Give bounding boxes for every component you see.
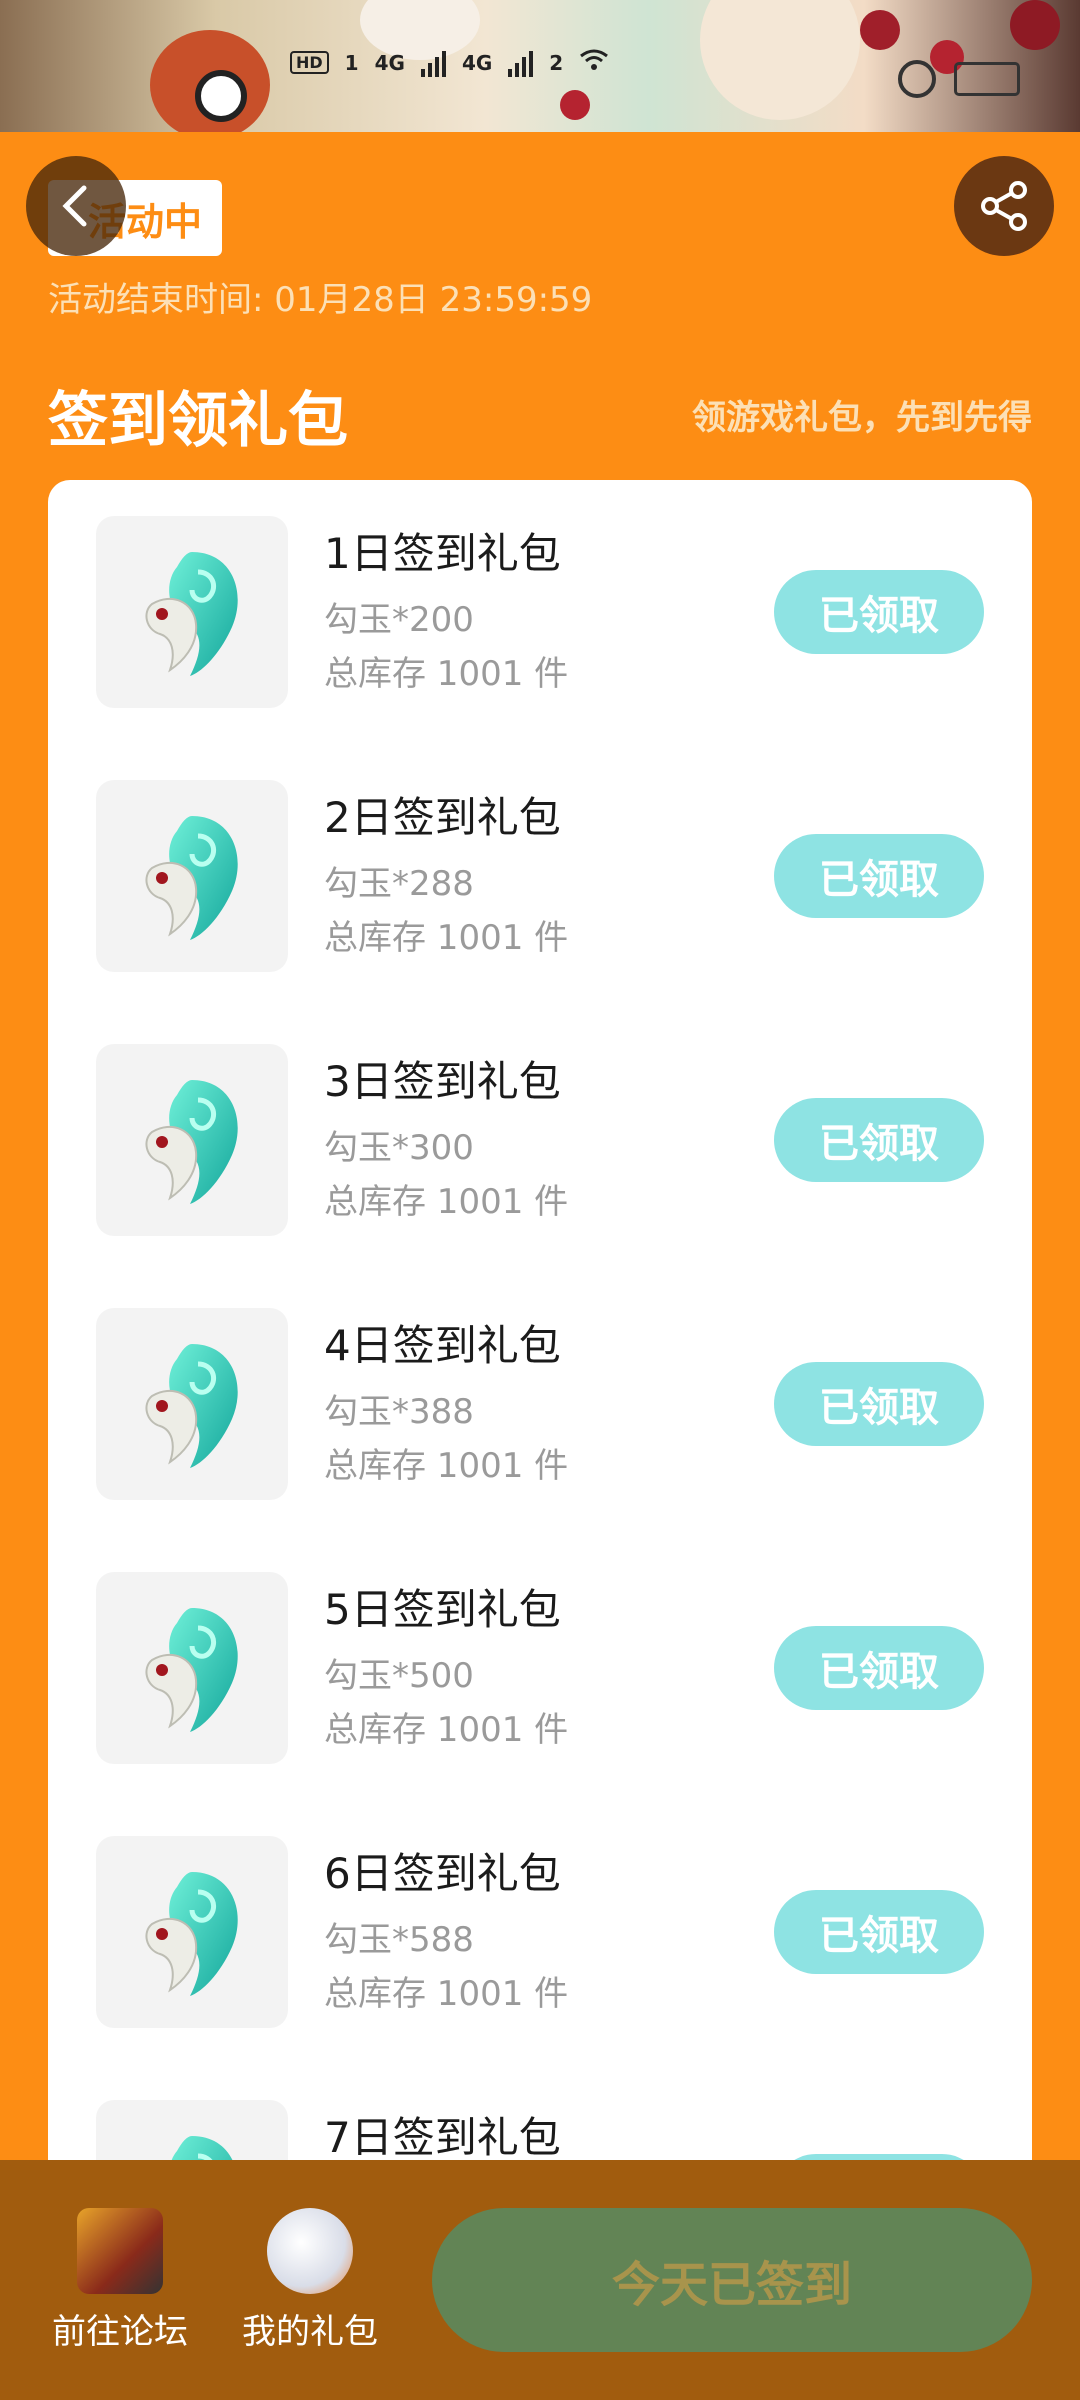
gift-title: 2日签到礼包	[324, 793, 561, 842]
gift-content: 勾玉*200	[324, 600, 474, 640]
gift-row: 3日签到礼包 勾玉*300 总库存 1001 件 已领取	[48, 1008, 1032, 1236]
gift-content: 勾玉*500	[324, 1656, 474, 1696]
gift-avatar-icon	[267, 2208, 353, 2294]
game-app-icon	[77, 2208, 163, 2294]
blossom-shape	[560, 90, 590, 120]
gift-row: 2日签到礼包 勾玉*288 总库存 1001 件 已领取	[48, 744, 1032, 972]
hd-badge: HD	[290, 51, 329, 74]
gift-content: 勾玉*588	[324, 1920, 474, 1960]
back-button[interactable]	[26, 156, 126, 256]
magatama-gift-icon	[96, 1572, 288, 1764]
gift-row: 4日签到礼包 勾玉*388 总库存 1001 件 已领取	[48, 1272, 1032, 1500]
chevron-left-icon	[62, 185, 87, 227]
forum-tab[interactable]: 前往论坛	[50, 2208, 190, 2353]
magatama-gift-icon	[96, 1836, 288, 2028]
sim2-label: 2	[549, 50, 564, 75]
claim-button[interactable]: 已领取	[774, 570, 984, 654]
alarm-icon	[898, 60, 936, 98]
gift-row: 1日签到礼包 勾玉*200 总库存 1001 件 已领取	[48, 480, 1032, 708]
magatama-gift-icon	[96, 516, 288, 708]
battery-icon	[954, 62, 1020, 96]
gift-row: 5日签到礼包 勾玉*500 总库存 1001 件 已领取	[48, 1536, 1032, 1764]
claim-button[interactable]: 已领取	[774, 1362, 984, 1446]
gift-title: 6日签到礼包	[324, 1849, 561, 1898]
magatama-gift-icon	[96, 1044, 288, 1236]
gift-row: 6日签到礼包 勾玉*588 总库存 1001 件 已领取	[48, 1800, 1032, 2028]
activity-end-time: 活动结束时间: 01月28日 23:59:59	[48, 280, 593, 320]
section-title: 签到领礼包	[48, 386, 348, 456]
gift-stock: 总库存 1001 件	[324, 1182, 569, 1222]
my-gifts-label: 我的礼包	[242, 2312, 378, 2352]
claim-button[interactable]: 已领取	[774, 1098, 984, 1182]
claim-button[interactable]: 已领取	[774, 1890, 984, 1974]
blossom-shape	[860, 10, 900, 50]
status-right	[898, 60, 1020, 98]
gift-title: 3日签到礼包	[324, 1057, 561, 1106]
gift-content: 勾玉*300	[324, 1128, 474, 1168]
gift-title: 5日签到礼包	[324, 1585, 561, 1634]
gift-stock: 总库存 1001 件	[324, 654, 569, 694]
gift-title: 1日签到礼包	[324, 529, 561, 578]
magatama-gift-icon	[96, 780, 288, 972]
magatama-gift-icon	[96, 1308, 288, 1500]
claim-button[interactable]: 已领取	[774, 834, 984, 918]
gift-stock: 总库存 1001 件	[324, 1974, 569, 2014]
gift-title: 4日签到礼包	[324, 1321, 561, 1370]
blossom-shape	[1010, 0, 1060, 50]
my-gifts-tab[interactable]: 我的礼包	[240, 2208, 380, 2353]
network2-label: 4G	[461, 50, 493, 75]
share-icon	[981, 181, 1027, 231]
share-button[interactable]	[954, 156, 1054, 256]
gift-title: 7日签到礼包	[324, 2113, 561, 2162]
signal1-icon	[420, 49, 446, 77]
moon-shape	[700, 0, 860, 120]
signal2-icon	[508, 49, 534, 77]
gift-list: 1日签到礼包 勾玉*200 总库存 1001 件 已领取 2日签到礼包 勾玉*2…	[48, 480, 1032, 2180]
daily-sign-in-button[interactable]: 今天已签到	[432, 2208, 1032, 2352]
claim-button[interactable]: 已领取	[774, 1626, 984, 1710]
gift-content: 勾玉*388	[324, 1392, 474, 1432]
status-bar: HD 1 4G 4G 2	[290, 48, 609, 77]
gift-content: 勾玉*288	[324, 864, 474, 904]
wifi-icon	[579, 48, 609, 77]
gift-stock: 总库存 1001 件	[324, 1710, 569, 1750]
sim1-label: 1	[344, 50, 359, 75]
gift-stock: 总库存 1001 件	[324, 1446, 569, 1486]
gift-stock: 总库存 1001 件	[324, 918, 569, 958]
bottom-bar: 前往论坛 我的礼包 今天已签到	[0, 2160, 1080, 2400]
network1-label: 4G	[374, 50, 405, 75]
forum-label: 前往论坛	[52, 2312, 188, 2352]
section-subtitle: 领游戏礼包，先到先得	[692, 398, 1032, 438]
eye-shape	[195, 70, 247, 122]
